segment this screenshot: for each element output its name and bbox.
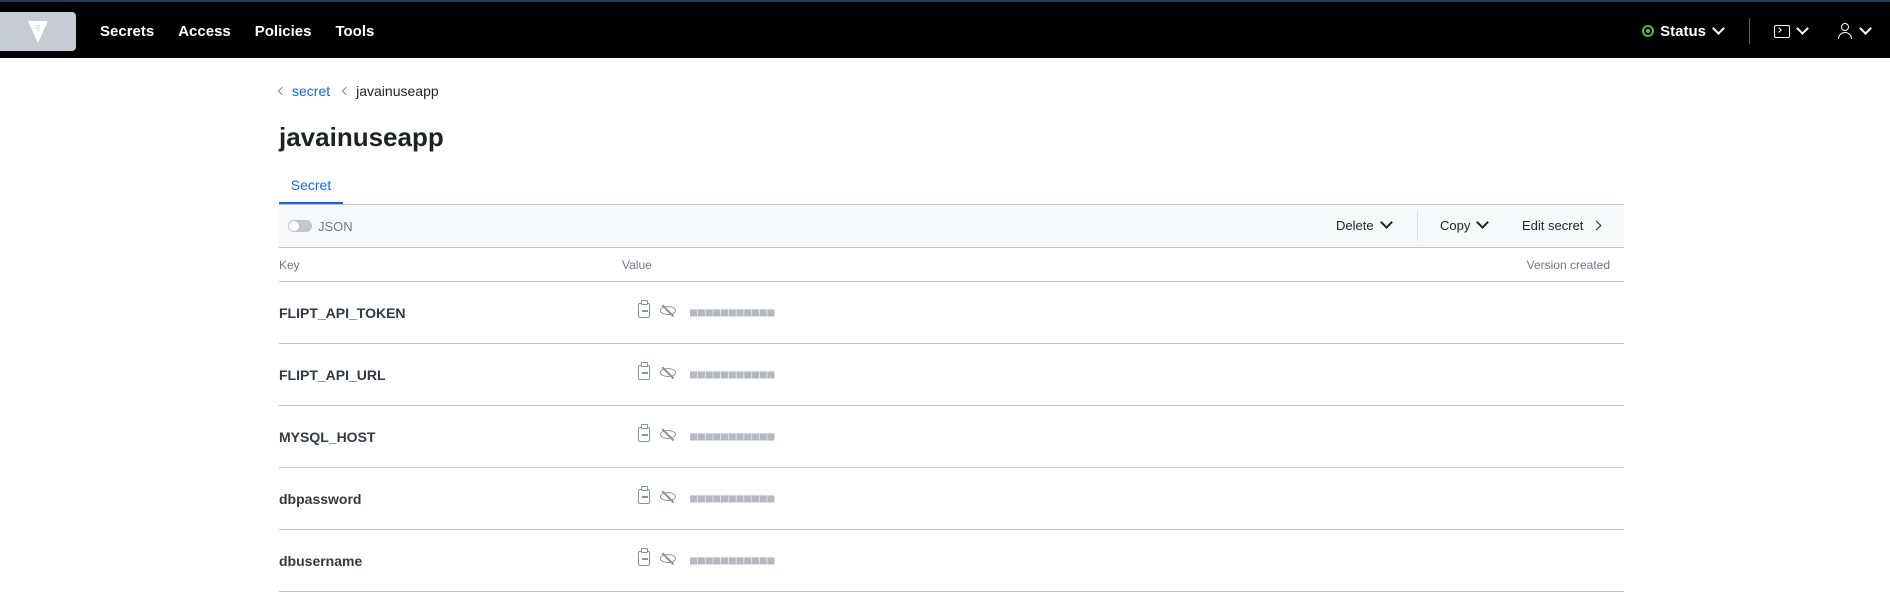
status-label: Status bbox=[1660, 22, 1706, 40]
eye-off-icon[interactable] bbox=[660, 304, 677, 318]
nav-tools[interactable]: Tools bbox=[335, 23, 374, 40]
copy-dropdown-button[interactable]: Copy bbox=[1440, 216, 1490, 233]
table-header: Key Value Version created bbox=[279, 248, 1624, 282]
chevron-down-icon bbox=[1476, 216, 1490, 229]
table-row: FLIPT_API_URL ■■■■■■■■■■■ bbox=[279, 344, 1624, 406]
eye-off-icon[interactable] bbox=[660, 366, 677, 380]
copy-icon[interactable] bbox=[638, 300, 650, 318]
copy-icon[interactable] bbox=[638, 548, 650, 566]
breadcrumb-parent-link[interactable]: secret bbox=[292, 83, 330, 99]
secret-key: dbpassword bbox=[279, 491, 362, 507]
eye-off-icon[interactable] bbox=[660, 428, 677, 442]
edit-secret-label: Edit secret bbox=[1522, 218, 1584, 233]
secret-key: FLIPT_API_TOKEN bbox=[279, 305, 406, 321]
secret-key: MYSQL_HOST bbox=[279, 429, 376, 445]
column-header-value: Value bbox=[622, 258, 652, 272]
masked-value: ■■■■■■■■■■■ bbox=[690, 491, 775, 505]
vault-logo[interactable] bbox=[0, 12, 76, 51]
chevron-down-icon bbox=[1712, 21, 1725, 35]
user-icon bbox=[1837, 23, 1853, 39]
chevron-down-icon bbox=[1796, 21, 1809, 35]
eye-off-icon[interactable] bbox=[660, 490, 677, 504]
main-nav: Secrets Access Policies Tools bbox=[100, 2, 398, 60]
delete-dropdown-button[interactable]: Delete bbox=[1336, 216, 1393, 233]
tab-bar: Secret bbox=[279, 168, 1624, 204]
secret-toolbar: JSON Delete Copy Edit secret bbox=[279, 204, 1624, 248]
table-row: dbpassword ■■■■■■■■■■■ bbox=[279, 468, 1624, 530]
nav-secrets[interactable]: Secrets bbox=[100, 23, 154, 40]
chevron-left-icon bbox=[341, 86, 351, 96]
edit-secret-button[interactable]: Edit secret bbox=[1522, 218, 1602, 233]
chevron-down-icon bbox=[1379, 216, 1393, 229]
status-ok-icon bbox=[1642, 25, 1655, 37]
copy-icon[interactable] bbox=[638, 486, 650, 504]
nav-access[interactable]: Access bbox=[178, 23, 231, 40]
toolbar-divider bbox=[1417, 211, 1418, 241]
copy-icon[interactable] bbox=[638, 362, 650, 380]
column-header-version: Version created bbox=[1526, 258, 1610, 272]
json-toggle[interactable] bbox=[288, 220, 312, 232]
tab-secret[interactable]: Secret bbox=[279, 168, 343, 204]
table-row: FLIPT_API_TOKEN ■■■■■■■■■■■ bbox=[279, 282, 1624, 344]
secret-key: dbusername bbox=[279, 553, 363, 569]
chevron-down-icon bbox=[1859, 21, 1872, 35]
top-navigation-bar: Secrets Access Policies Tools Status bbox=[0, 0, 1890, 58]
eye-off-icon[interactable] bbox=[660, 552, 677, 566]
table-row: MYSQL_HOST ■■■■■■■■■■■ bbox=[279, 406, 1624, 468]
vault-logo-icon bbox=[28, 20, 48, 43]
chevron-right-icon bbox=[1591, 220, 1602, 231]
masked-value: ■■■■■■■■■■■ bbox=[690, 367, 775, 381]
console-menu[interactable] bbox=[1774, 21, 1809, 38]
secret-table-body: FLIPT_API_TOKEN ■■■■■■■■■■■ FLIPT_API_UR… bbox=[279, 282, 1624, 592]
nav-divider bbox=[1749, 18, 1750, 44]
breadcrumb-current: javainuseapp bbox=[356, 83, 439, 99]
masked-value: ■■■■■■■■■■■ bbox=[690, 305, 775, 319]
masked-value: ■■■■■■■■■■■ bbox=[690, 429, 775, 443]
user-menu[interactable] bbox=[1837, 21, 1872, 39]
right-nav: Status bbox=[1642, 2, 1890, 60]
breadcrumb: secret javainuseapp bbox=[277, 83, 439, 99]
status-menu[interactable]: Status bbox=[1642, 21, 1725, 40]
copy-label: Copy bbox=[1440, 218, 1471, 233]
terminal-icon bbox=[1774, 24, 1790, 38]
column-header-key: Key bbox=[279, 258, 300, 272]
page-title: javainuseapp bbox=[279, 122, 444, 152]
delete-label: Delete bbox=[1336, 218, 1374, 233]
json-toggle-label: JSON bbox=[318, 219, 353, 234]
masked-value: ■■■■■■■■■■■ bbox=[690, 553, 775, 567]
table-row: dbusername ■■■■■■■■■■■ bbox=[279, 530, 1624, 592]
chevron-left-icon bbox=[277, 86, 287, 96]
copy-icon[interactable] bbox=[638, 424, 650, 442]
secret-key: FLIPT_API_URL bbox=[279, 367, 386, 383]
nav-policies[interactable]: Policies bbox=[255, 23, 312, 40]
